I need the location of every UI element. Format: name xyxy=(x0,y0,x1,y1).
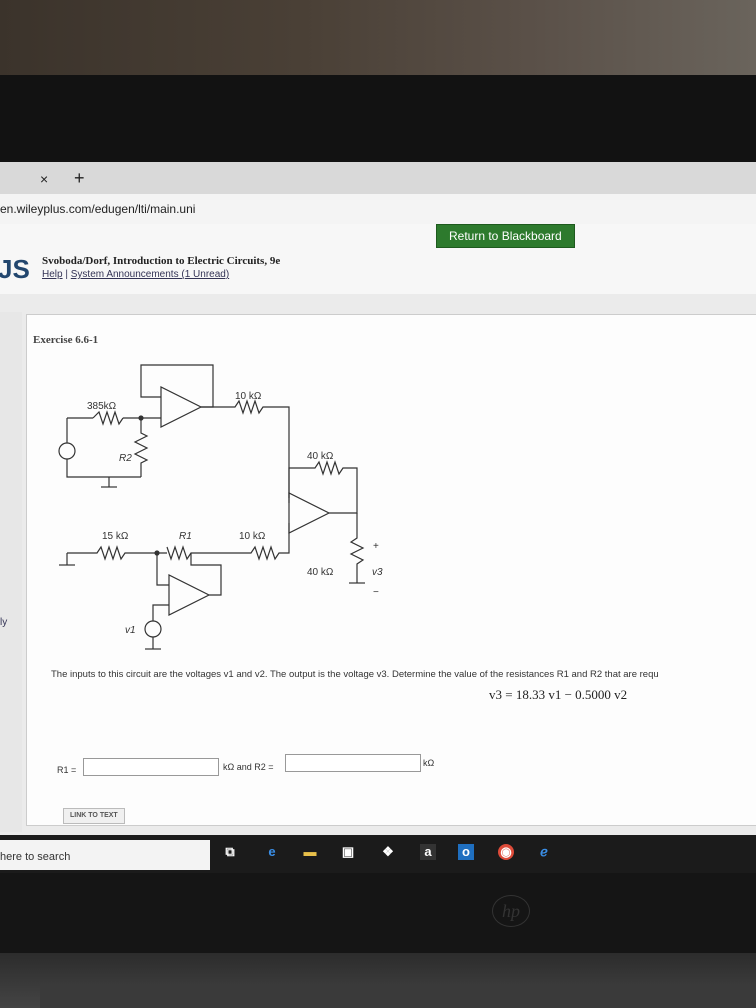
label-40k-bottom: 40 kΩ xyxy=(307,567,334,578)
target-equation: v3 = 18.33 v1 − 0.5000 v2 xyxy=(489,687,628,702)
screen: × + en.wileyplus.com/edugen/lti/main.uni… xyxy=(0,162,756,872)
url-text[interactable]: en.wileyplus.com/edugen/lti/main.uni xyxy=(0,202,195,216)
amazon-icon[interactable]: a xyxy=(420,844,436,860)
close-tab-icon[interactable]: × xyxy=(40,171,48,187)
sidebar-label[interactable]: ly xyxy=(0,617,7,628)
system-announcements-link[interactable]: System Announcements (1 Unread) xyxy=(71,269,229,280)
link-separator: | xyxy=(65,269,68,280)
tab-bar: × + xyxy=(0,162,756,194)
file-explorer-icon[interactable]: ▬ xyxy=(302,844,318,860)
r2-label: kΩ and R2 = xyxy=(223,762,274,772)
keyboard-edge xyxy=(40,985,756,1008)
label-10k-top: 10 kΩ xyxy=(235,391,262,402)
task-view-icon[interactable]: ⧉ xyxy=(222,844,238,860)
ie-icon[interactable]: ℯ xyxy=(536,844,552,860)
label-r1: R1 xyxy=(179,531,192,542)
label-v3: v3 xyxy=(372,567,383,578)
r1-label: R1 = xyxy=(57,765,77,775)
label-v3-minus: − xyxy=(373,587,379,598)
chrome-icon[interactable]: ◉ xyxy=(498,844,514,860)
exercise-panel: Exercise 6.6-1 10 kΩ 385kΩ R2 40 kΩ 15 k… xyxy=(26,314,756,826)
r2-unit: kΩ xyxy=(423,758,435,768)
label-v3-plus: + xyxy=(373,541,379,552)
label-r2: R2 xyxy=(119,453,132,464)
label-40k-top: 40 kΩ xyxy=(307,451,334,462)
new-tab-icon[interactable]: + xyxy=(74,168,85,189)
exercise-title: Exercise 6.6-1 xyxy=(33,334,99,346)
label-10k-bottom: 10 kΩ xyxy=(239,531,266,542)
search-placeholder[interactable]: here to search xyxy=(0,851,70,863)
laptop-bezel-top xyxy=(0,75,756,165)
opamp-right xyxy=(288,492,331,534)
page-header: Return to Blackboard JS Svoboda/Dorf, In… xyxy=(0,224,756,294)
return-to-blackboard-button[interactable]: Return to Blackboard xyxy=(436,224,575,248)
help-link[interactable]: Help xyxy=(42,269,63,280)
store-icon[interactable]: ▣ xyxy=(340,844,356,860)
wileyplus-logo: JS xyxy=(0,254,30,284)
r1-input[interactable] xyxy=(83,758,219,776)
edge-icon[interactable]: e xyxy=(264,844,280,860)
exercise-prompt: The inputs to this circuit are the volta… xyxy=(51,669,659,680)
outlook-icon[interactable]: o xyxy=(458,844,474,860)
hp-logo: hp xyxy=(492,895,530,927)
opamp-top xyxy=(160,386,203,428)
circuit-diagram: 10 kΩ 385kΩ R2 v2 40 kΩ 15 kΩ R1 10 kΩ 4… xyxy=(58,364,383,650)
label-15k: 15 kΩ xyxy=(102,531,129,542)
header-links: Help | System Announcements (1 Unread) xyxy=(42,269,229,280)
book-title: Svoboda/Dorf, Introduction to Electric C… xyxy=(42,255,281,267)
left-sidebar: ly xyxy=(0,312,22,832)
r2-input[interactable] xyxy=(285,754,421,772)
label-v1: v1 xyxy=(125,625,136,636)
opamp-bottom xyxy=(168,574,211,616)
label-385k: 385kΩ xyxy=(87,401,117,412)
laptop-bezel-bottom xyxy=(0,873,756,953)
dropbox-icon[interactable]: ❖ xyxy=(380,844,396,860)
link-to-text-button[interactable]: LINK TO TEXT xyxy=(63,808,125,824)
address-bar[interactable]: en.wileyplus.com/edugen/lti/main.uni xyxy=(0,194,756,225)
